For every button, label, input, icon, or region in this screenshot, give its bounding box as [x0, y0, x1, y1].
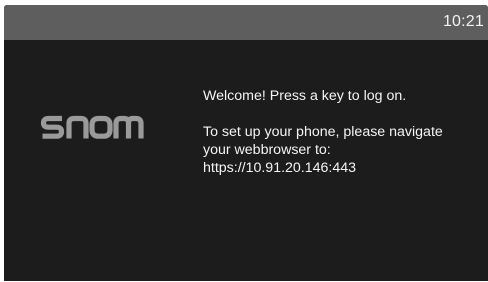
clock-time: 10:21: [442, 13, 484, 30]
welcome-text: Welcome! Press a key to log on.: [203, 88, 407, 104]
phone-display: 10:21 Welcome! Press a key to log on. To…: [4, 5, 488, 281]
setup-instruction-line-1: To set up your phone, please navigate: [203, 124, 443, 140]
welcome-message: Welcome! Press a key to log on. To set u…: [203, 87, 478, 177]
snom-logo-icon: [40, 115, 144, 139]
web-ui-url: https://10.91.20.146:443: [203, 160, 357, 176]
setup-instruction-line-2: your webbrowser to:: [203, 142, 331, 158]
status-bar: 10:21: [4, 5, 488, 40]
snom-logo: [40, 109, 144, 143]
